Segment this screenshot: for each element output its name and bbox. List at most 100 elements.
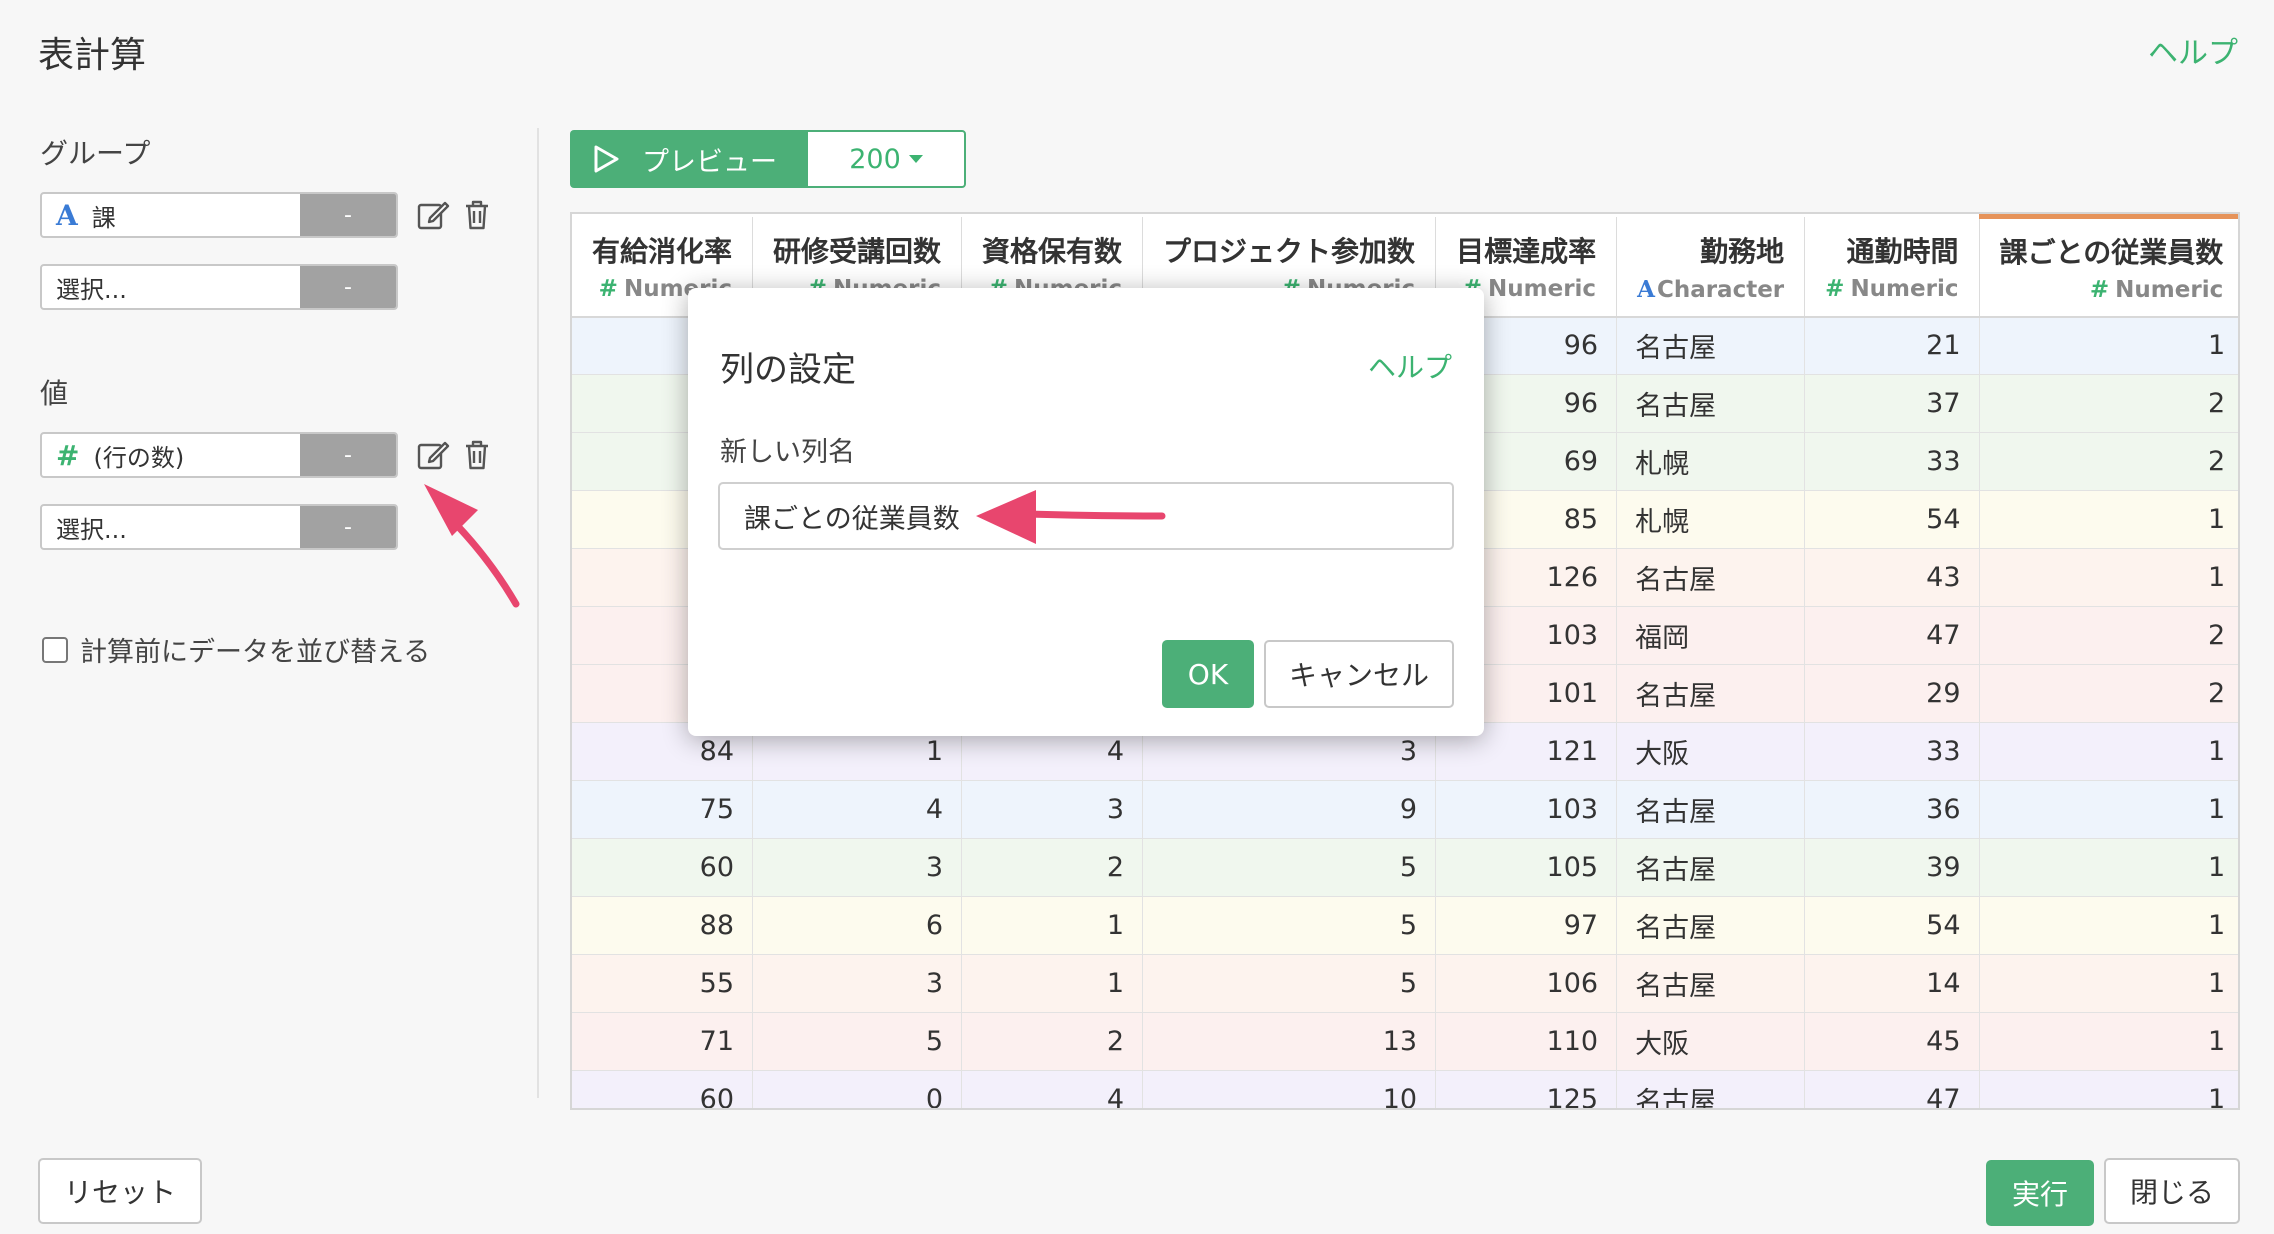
table-cell: 10 xyxy=(1142,1070,1437,1108)
value-field-2[interactable]: 選択... - xyxy=(40,504,398,550)
preview-button[interactable]: プレビュー xyxy=(570,130,806,188)
dialog-ok-button[interactable]: OK xyxy=(1162,640,1254,708)
table-cell: 47 xyxy=(1804,1070,1980,1108)
table-cell: 6 xyxy=(752,896,963,955)
numeric-type-icon: # xyxy=(598,276,618,302)
table-cell: 14 xyxy=(1804,954,1980,1013)
table-cell: 名古屋 xyxy=(1616,1070,1806,1108)
table-cell: 43 xyxy=(1804,548,1980,607)
group-select-remove-button[interactable]: - xyxy=(300,266,396,308)
group-field-remove-button[interactable]: - xyxy=(300,194,396,236)
page-title: 表計算 xyxy=(38,35,147,76)
table-cell: 47 xyxy=(1804,606,1980,665)
table-row: 55 3 1 5 106 名古屋 14 1 xyxy=(572,954,2238,1013)
new-column-name-input[interactable]: 課ごとの従業員数 xyxy=(718,482,1454,550)
column-name: 勤務地 xyxy=(1700,234,1785,268)
column-type-label: Character xyxy=(1656,276,1785,303)
table-cell: 1 xyxy=(1979,838,2238,897)
column-name: 課ごとの従業員数 xyxy=(1999,236,2224,270)
value-section-label: 値 xyxy=(40,377,69,410)
table-cell: 5 xyxy=(1142,896,1437,955)
column-header[interactable]: 勤務地 ACharacter xyxy=(1616,216,1806,318)
table-cell: 2 xyxy=(961,1012,1144,1071)
group-field-2[interactable]: 選択... - xyxy=(40,264,398,310)
group-section-label: グループ xyxy=(40,137,151,170)
value-field-1[interactable]: # (行の数) - xyxy=(40,432,398,478)
column-type: #Numeric xyxy=(1825,276,1958,302)
table-cell: 1 xyxy=(1979,316,2238,375)
column-name: 研修受講回数 xyxy=(773,235,942,268)
column-type-label: Numeric xyxy=(1850,276,1959,302)
character-type-icon: A xyxy=(1637,275,1655,303)
value-field-remove-button[interactable]: - xyxy=(300,434,396,476)
table-cell: 大阪 xyxy=(1616,1012,1806,1071)
table-cell: 103 xyxy=(1435,780,1618,839)
run-button[interactable]: 実行 xyxy=(1986,1160,2094,1226)
table-cell: 9 xyxy=(1142,780,1437,839)
table-cell: 54 xyxy=(1804,490,1980,549)
table-cell: 55 xyxy=(572,954,754,1013)
value-select-remove-button[interactable]: - xyxy=(300,506,396,548)
table-cell: 3 xyxy=(752,838,963,897)
table-cell: 1 xyxy=(1979,954,2238,1013)
table-cell: 71 xyxy=(572,1012,754,1071)
reset-button[interactable]: リセット xyxy=(38,1158,202,1224)
table-cell: 60 xyxy=(572,1070,754,1108)
column-type: ACharacter xyxy=(1637,276,1784,303)
group-select-placeholder: 選択... xyxy=(56,275,127,304)
dialog-help-link[interactable]: ヘルプ xyxy=(1368,346,1452,386)
table-row: 75 4 3 9 103 名古屋 36 1 xyxy=(572,780,2238,839)
table-cell: 名古屋 xyxy=(1616,664,1806,723)
table-cell: 名古屋 xyxy=(1616,896,1806,955)
table-row: 88 6 1 5 97 名古屋 54 1 xyxy=(572,896,2238,955)
table-cell: 名古屋 xyxy=(1616,838,1806,897)
column-type: #Numeric xyxy=(2000,277,2224,304)
edit-icon[interactable] xyxy=(416,198,450,232)
table-cell: 2 xyxy=(1979,432,2238,491)
table-cell: 21 xyxy=(1804,316,1980,375)
table-cell: 4 xyxy=(752,780,963,839)
column-type-label: Numeric xyxy=(2115,277,2224,304)
column-header[interactable]: 通勤時間 # Numeric xyxy=(1804,216,1980,318)
column-name: 目標達成率 xyxy=(1456,235,1597,268)
table-cell: 3 xyxy=(961,780,1144,839)
help-link[interactable]: ヘルプ xyxy=(2148,28,2238,72)
edit-icon[interactable] xyxy=(416,438,450,472)
column-header[interactable]: 課ごとの従業員数 # Numeric xyxy=(1979,214,2238,318)
play-icon xyxy=(594,145,619,173)
sort-checkbox[interactable] xyxy=(42,636,68,663)
sort-checkbox-label: 計算前にデータを並び替える xyxy=(80,637,431,668)
table-cell: 39 xyxy=(1804,838,1980,897)
table-cell: 1 xyxy=(961,896,1144,955)
table-cell: 33 xyxy=(1804,432,1980,491)
sort-before-calc-option[interactable]: 計算前にデータを並び替える xyxy=(42,630,430,669)
table-cell: 札幌 xyxy=(1616,490,1806,549)
column-name: プロジェクト参加数 xyxy=(1163,235,1416,268)
table-cell: 1 xyxy=(1979,722,2238,781)
table-cell: 5 xyxy=(752,1012,963,1071)
dialog-cancel-button[interactable]: キャンセル xyxy=(1264,640,1454,708)
table-cell: 29 xyxy=(1804,664,1980,723)
table-cell: 3 xyxy=(752,954,963,1013)
dialog-title: 列の設定 xyxy=(720,350,856,390)
table-row: 60 3 2 5 105 名古屋 39 1 xyxy=(572,838,2238,897)
table-cell: 2 xyxy=(1979,374,2238,433)
close-button[interactable]: 閉じる xyxy=(2104,1158,2240,1224)
annotation-arrow-edit xyxy=(424,484,520,608)
table-cell: 1 xyxy=(1979,1012,2238,1071)
table-cell: 名古屋 xyxy=(1616,548,1806,607)
preview-count-dropdown[interactable]: 200 xyxy=(806,130,966,188)
column-type-label: Numeric xyxy=(1488,276,1597,302)
trash-icon[interactable] xyxy=(460,438,494,472)
group-field-1[interactable]: A課 - xyxy=(40,192,398,238)
numeric-type-icon: # xyxy=(2089,277,2110,304)
table-cell: 札幌 xyxy=(1616,432,1806,491)
table-cell: 名古屋 xyxy=(1616,954,1806,1013)
table-cell: 1 xyxy=(961,954,1144,1013)
table-cell: 106 xyxy=(1435,954,1618,1013)
trash-icon[interactable] xyxy=(460,198,494,232)
new-column-name-label: 新しい列名 xyxy=(720,437,855,468)
table-row: 71 5 2 13 110 大阪 45 1 xyxy=(572,1012,2238,1071)
table-cell: 名古屋 xyxy=(1616,374,1806,433)
table-cell: 1 xyxy=(1979,490,2238,549)
